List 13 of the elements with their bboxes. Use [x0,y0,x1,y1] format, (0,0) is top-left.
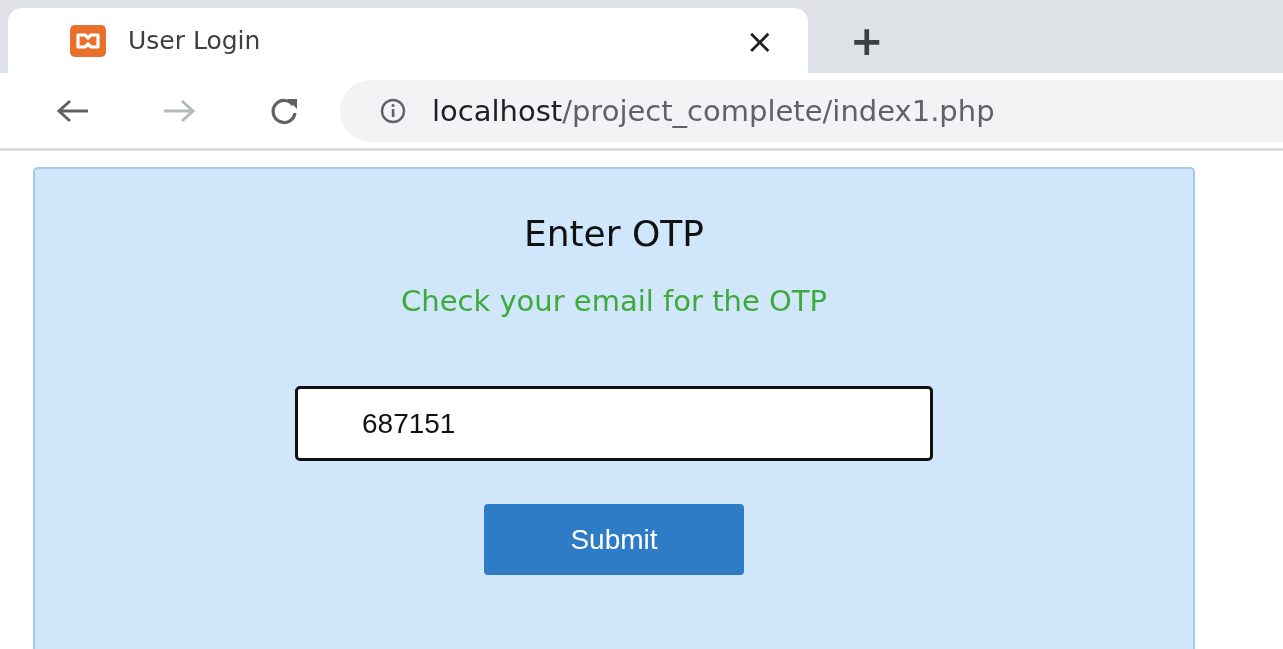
address-bar[interactable]: localhost/project_complete/index1.php [340,79,1283,142]
otp-message: Check your email for the OTP [401,284,827,318]
browser-tab[interactable]: User Login × [8,8,808,73]
app-logo-icon [70,24,106,57]
back-icon[interactable] [56,97,90,124]
new-tab-button[interactable]: + [844,17,890,64]
submit-button[interactable]: Submit [484,504,744,575]
tab-title: User Login [128,26,262,55]
info-icon [380,97,406,124]
otp-input-field[interactable]: 687151 [295,386,933,461]
form-title: Enter OTP [523,213,705,254]
close-tab-button[interactable]: × [741,20,778,61]
url-text: localhost/project_complete/index1.php [432,93,995,128]
